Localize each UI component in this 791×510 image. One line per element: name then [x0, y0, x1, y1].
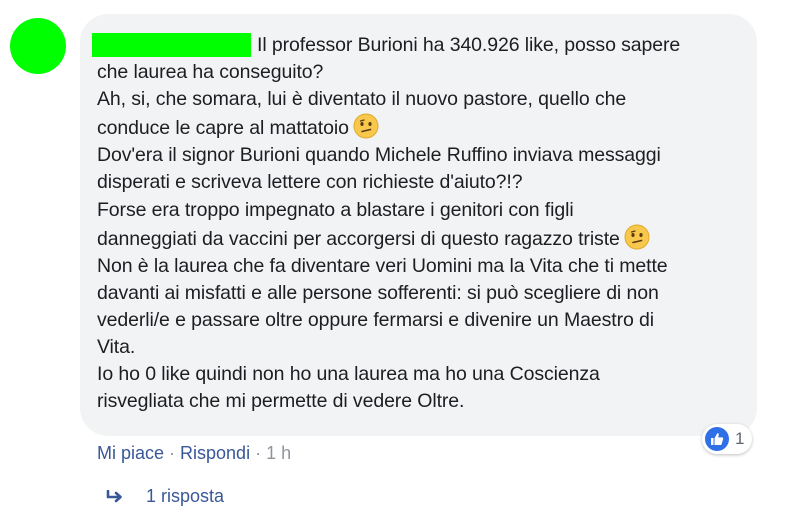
comment-line: Vita.: [97, 336, 136, 359]
replies-count-label[interactable]: 1 risposta: [146, 486, 224, 507]
comment-line: Ah, si, che somara, lui è diventato il n…: [97, 88, 627, 111]
comment-line: vederli/e e passare oltre oppure fermars…: [97, 308, 655, 331]
reactions-summary[interactable]: 1: [702, 424, 753, 454]
reply-link[interactable]: Rispondi: [180, 443, 250, 463]
comment-line: davanti ai misfatti e alle persone soffe…: [97, 281, 659, 304]
confused-face-emoji-icon: [624, 224, 650, 250]
comment-actions: Mi piace · Rispondi · 1 h: [97, 443, 291, 464]
separator: ·: [164, 443, 181, 463]
like-link[interactable]: Mi piace: [97, 443, 164, 463]
avatar[interactable]: [10, 18, 66, 74]
comment-line: disperati e scriveva lettere con richies…: [97, 171, 523, 194]
comment-line: Forse era troppo impegnato a blastare i …: [97, 198, 574, 221]
timestamp[interactable]: 1 h: [266, 443, 291, 463]
comment-line: danneggiati da vaccini per accorgersi di…: [97, 227, 620, 250]
comment-line: Non è la laurea che fa diventare veri Uo…: [97, 254, 668, 277]
comment-text: Il professor Burioni ha 340.926 like, po…: [97, 32, 747, 415]
thumbs-up-icon: [705, 427, 729, 451]
comment-line: che laurea ha conseguito?: [97, 61, 324, 84]
separator: ·: [250, 443, 267, 463]
reaction-count: 1: [735, 429, 745, 448]
comment-line: Io ho 0 like quindi non ho una laurea ma…: [97, 363, 600, 386]
comment-line: conduce le capre al mattatoio: [97, 117, 349, 140]
comment-line: Il professor Burioni ha 340.926 like, po…: [257, 34, 681, 56]
comment-line: risvegliata che mi permette di vedere Ol…: [97, 390, 465, 413]
view-replies-link[interactable]: 1 risposta: [106, 486, 224, 507]
reply-arrow-icon: [106, 489, 122, 502]
confused-face-emoji-icon: [353, 113, 379, 139]
comment-line: Dov'era il signor Burioni quando Michele…: [97, 144, 661, 167]
